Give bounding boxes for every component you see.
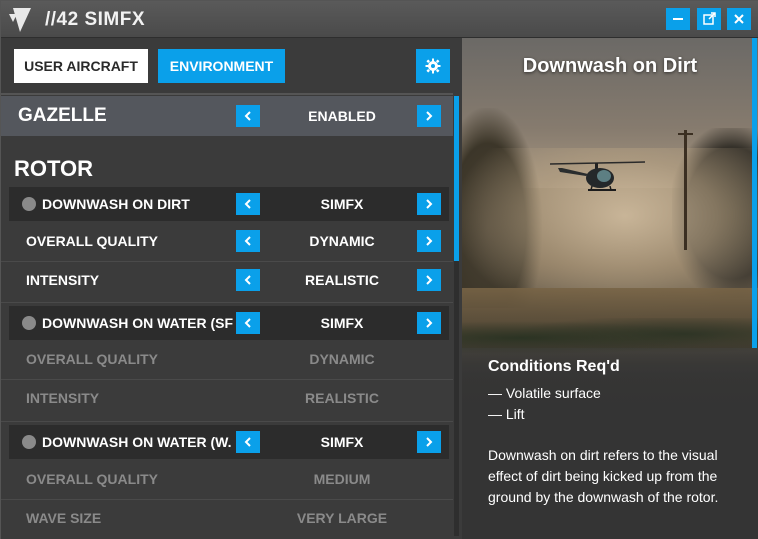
chevron-left-icon: [244, 275, 251, 285]
simfx-logo-icon: [9, 8, 31, 32]
preview-image-pole: [684, 130, 687, 250]
option-row: INTENSITY REALISTIC: [1, 261, 453, 299]
minimize-icon: [673, 18, 683, 20]
option-value: REALISTIC: [305, 272, 379, 288]
chevron-left-icon: [244, 318, 251, 328]
option-next-button[interactable]: [417, 230, 441, 252]
simfx-window: //42 SIMFX USER AIRCRAFT ENVIRONMENT GAZ…: [0, 0, 758, 539]
preview-scrollbar[interactable]: [752, 38, 757, 348]
effect-radio[interactable]: [22, 316, 36, 330]
option-value: MEDIUM: [313, 471, 371, 487]
option-next-button[interactable]: [417, 269, 441, 291]
preview-panel: Downwash on Dirt Conditions Req'd — Vola…: [462, 38, 758, 539]
chevron-left-icon: [244, 111, 251, 121]
option-label: OVERALL QUALITY: [26, 351, 158, 367]
effect-value: SIMFX: [320, 315, 364, 331]
aircraft-value: ENABLED: [308, 108, 376, 124]
preview-title: Downwash on Dirt: [522, 55, 698, 77]
effect-next-button[interactable]: [417, 312, 441, 334]
window-title: //42 SIMFX: [45, 9, 146, 30]
effect-value: SIMFX: [320, 434, 364, 450]
option-value: DYNAMIC: [309, 351, 375, 367]
settings-scroll-thumb[interactable]: [454, 96, 459, 261]
option-prev-button[interactable]: [236, 230, 260, 252]
condition-item: — Lift: [488, 406, 525, 422]
option-label: OVERALL QUALITY: [26, 471, 158, 487]
preview-image-pole-bar: [678, 133, 693, 135]
effect-name: DOWNWASH ON WATER (W.: [42, 434, 232, 450]
effect-next-button[interactable]: [417, 431, 441, 453]
effect-row-downwash-water-w: DOWNWASH ON WATER (W. SIMFX: [9, 425, 449, 459]
section-title: ROTOR: [14, 156, 94, 181]
option-label: OVERALL QUALITY: [26, 233, 158, 249]
aircraft-row: GAZELLE ENABLED: [1, 96, 453, 136]
chevron-right-icon: [426, 199, 433, 209]
option-value: REALISTIC: [305, 390, 379, 406]
chevron-left-icon: [244, 437, 251, 447]
option-prev-button[interactable]: [236, 269, 260, 291]
settings-scrollbar[interactable]: [454, 96, 459, 536]
effect-radio[interactable]: [22, 197, 36, 211]
option-row-disabled: OVERALL QUALITY MEDIUM: [1, 460, 453, 498]
effect-prev-button[interactable]: [236, 431, 260, 453]
helicopter-icon: [550, 161, 645, 191]
conditions-title: Conditions Req'd: [488, 358, 620, 375]
option-label: INTENSITY: [26, 390, 100, 406]
option-row-disabled: INTENSITY REALISTIC: [1, 379, 453, 417]
chevron-right-icon: [426, 236, 433, 246]
chevron-left-icon: [244, 236, 251, 246]
option-row-disabled: WAVE SIZE VERY LARGE: [1, 499, 453, 537]
option-value: DYNAMIC: [309, 233, 375, 249]
popout-button[interactable]: [697, 8, 721, 30]
chevron-right-icon: [426, 111, 433, 121]
effect-prev-button[interactable]: [236, 312, 260, 334]
effect-row-downwash-water-sf: DOWNWASH ON WATER (SF SIMFX: [9, 306, 449, 340]
aircraft-prev-button[interactable]: [236, 105, 260, 127]
option-row: OVERALL QUALITY DYNAMIC: [1, 222, 453, 260]
effect-name: DOWNWASH ON WATER (SF: [42, 315, 234, 331]
preview-description: Downwash on dirt refers to the visual ef…: [488, 447, 719, 505]
chevron-right-icon: [426, 318, 433, 328]
effect-prev-button[interactable]: [236, 193, 260, 215]
effect-row-downwash-dirt: DOWNWASH ON DIRT SIMFX: [9, 187, 449, 221]
chevron-left-icon: [244, 199, 251, 209]
option-row-disabled: OVERALL QUALITY DYNAMIC: [1, 340, 453, 378]
popout-icon: [703, 12, 716, 25]
option-value: VERY LARGE: [296, 510, 388, 526]
settings-panel: USER AIRCRAFT ENVIRONMENT GAZELLE ENABLE…: [1, 38, 462, 539]
option-label: INTENSITY: [26, 272, 100, 288]
settings-button[interactable]: [416, 49, 450, 83]
chevron-right-icon: [426, 275, 433, 285]
effect-next-button[interactable]: [417, 193, 441, 215]
aircraft-next-button[interactable]: [417, 105, 441, 127]
tab-environment[interactable]: ENVIRONMENT: [158, 49, 285, 83]
tabs-divider: [1, 93, 453, 95]
tab-user-aircraft[interactable]: USER AIRCRAFT: [14, 49, 148, 83]
close-button[interactable]: [727, 8, 751, 30]
effect-value: SIMFX: [320, 196, 364, 212]
close-icon: [734, 14, 744, 24]
condition-item: — Volatile surface: [488, 385, 601, 401]
title-bar[interactable]: //42 SIMFX: [1, 1, 758, 38]
gear-icon: [425, 58, 441, 74]
effect-radio[interactable]: [22, 435, 36, 449]
aircraft-name: GAZELLE: [18, 105, 107, 126]
option-separator: [1, 302, 453, 303]
option-label: WAVE SIZE: [26, 510, 102, 526]
option-separator: [1, 421, 453, 422]
chevron-right-icon: [426, 437, 433, 447]
effect-name: DOWNWASH ON DIRT: [42, 196, 190, 212]
minimize-button[interactable]: [666, 8, 690, 30]
